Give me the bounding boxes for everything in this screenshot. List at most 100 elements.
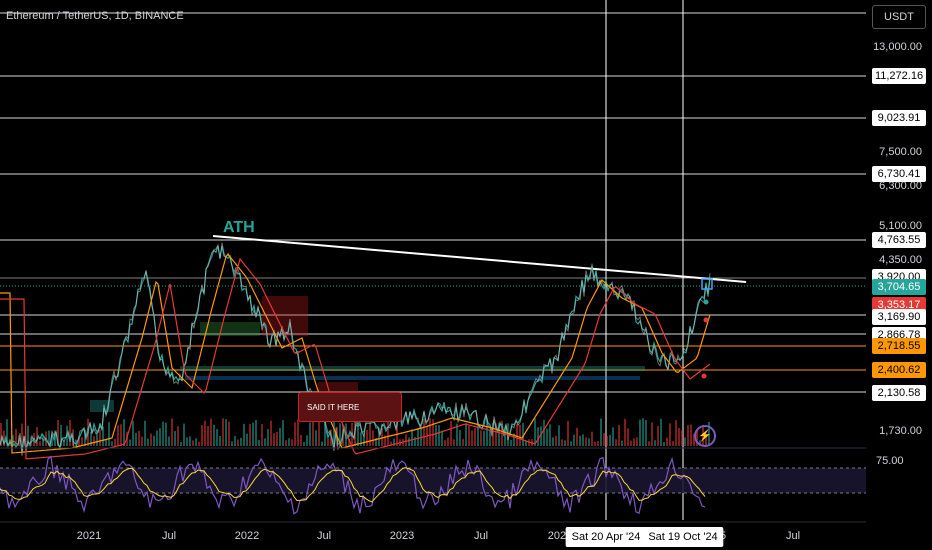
price-chart-canvas[interactable] (0, 0, 866, 550)
volume-bar (201, 425, 203, 446)
volume-bar (156, 430, 158, 446)
support-zone-2 (185, 376, 640, 380)
volume-bar (657, 426, 659, 446)
volume-bar (630, 440, 632, 446)
volume-bar (663, 441, 665, 446)
volume-bar (180, 441, 182, 446)
ath-trendline (212, 235, 747, 283)
volume-bar (570, 441, 572, 446)
price-tag: 4,763.55 (872, 232, 926, 248)
volume-bar (141, 436, 143, 446)
volume-bar (237, 439, 239, 446)
volume-bar (597, 441, 599, 446)
volume-bar (621, 440, 623, 446)
volume-bar (207, 425, 209, 446)
volume-bar (189, 436, 191, 446)
volume-bar (681, 430, 683, 446)
crosshair-date-apr: Sat 20 Apr '24 (565, 527, 647, 547)
volume-bar (369, 420, 371, 446)
volume-bar (546, 428, 548, 446)
volume-bar (309, 422, 311, 446)
volume-bar (537, 427, 539, 446)
volume-bar (627, 428, 629, 446)
price-tag: 9,023.91 (872, 110, 926, 126)
volume-bar (471, 430, 473, 446)
volume-bar (474, 428, 476, 446)
volume-bar (261, 424, 263, 446)
time-label: 2021 (76, 530, 102, 542)
volume-bar (423, 418, 425, 446)
volume-bar (249, 424, 251, 446)
said-it-here-note: SAID IT HERE (298, 392, 402, 422)
volume-bar (576, 427, 578, 446)
volume-bar (129, 439, 131, 446)
volume-bar (93, 436, 95, 446)
volume-bar (579, 435, 581, 446)
price-label: 1,730.00 (879, 425, 922, 437)
volume-bar (153, 435, 155, 446)
time-label: Jul (473, 530, 489, 542)
volume-bar (432, 419, 434, 446)
current-price-tag: 3,704.65 (872, 279, 926, 295)
volume-bar (591, 431, 593, 446)
volume-bar (645, 420, 647, 446)
volume-bar (624, 418, 626, 446)
currency-selector[interactable]: USDT (872, 5, 926, 29)
price-tag: 6,730.41 (872, 166, 926, 182)
volume-bar (138, 430, 140, 446)
volume-bar (165, 422, 167, 446)
lightning-icon[interactable]: ⚡ (694, 425, 716, 447)
symbol-title[interactable]: Ethereum / TetherUS, 1D, BINANCE (6, 10, 184, 22)
price-label: 7,500.00 (879, 146, 922, 158)
volume-bar (669, 423, 671, 446)
volume-bar (327, 438, 329, 446)
volume-bar (417, 427, 419, 446)
price-tag: 2,130.58 (872, 385, 926, 401)
horizontal-levels (0, 12, 866, 393)
volume-bar (108, 422, 110, 446)
volume-bar (558, 425, 560, 446)
support-zone-3 (200, 322, 260, 336)
volume-bar (468, 426, 470, 446)
volume-bar (276, 431, 278, 446)
volume-bar (633, 438, 635, 446)
volume-bar (234, 436, 236, 446)
support-zone-1 (180, 366, 645, 371)
volume-bar (114, 438, 116, 446)
volume-bar (294, 422, 296, 446)
volume-bar (654, 440, 656, 446)
volume-bar (603, 433, 605, 446)
volume-bar (282, 420, 284, 446)
time-label: Jul (785, 530, 801, 542)
price-label: 4,350.00 (879, 254, 922, 266)
volume-bar (183, 423, 185, 446)
volume-bar (135, 432, 137, 446)
price-axis[interactable]: USDT 13,000.00 7,500.00 6,300.00 5,100.0… (866, 0, 932, 550)
volume-bar (144, 420, 146, 446)
signal-dot-green (703, 299, 709, 305)
volume-bar (252, 422, 254, 446)
volume-bar (477, 424, 479, 446)
rsi-axis-label: 75.00 (876, 455, 904, 467)
price-tag-orange: 2,718.55 (872, 338, 926, 354)
volume-bar (246, 433, 248, 446)
volume-bar (438, 425, 440, 446)
volume-bar (675, 420, 677, 446)
time-label: 2022 (234, 530, 260, 542)
volume-bar (285, 440, 287, 446)
volume-bar (447, 437, 449, 446)
volume-bar (615, 439, 617, 446)
volume-bar (429, 418, 431, 446)
volume-bar (291, 439, 293, 446)
volume-bar (510, 439, 512, 446)
volume-bar (573, 434, 575, 446)
price-label: 13,000.00 (873, 41, 922, 53)
volume-bar (582, 434, 584, 446)
volume-bar (210, 418, 212, 446)
volume-bar (168, 436, 170, 446)
volume-bar (483, 430, 485, 446)
volume-bar (192, 440, 194, 446)
volume-bar (552, 437, 554, 446)
volume-bar (306, 435, 308, 446)
volume-bar (39, 441, 41, 446)
